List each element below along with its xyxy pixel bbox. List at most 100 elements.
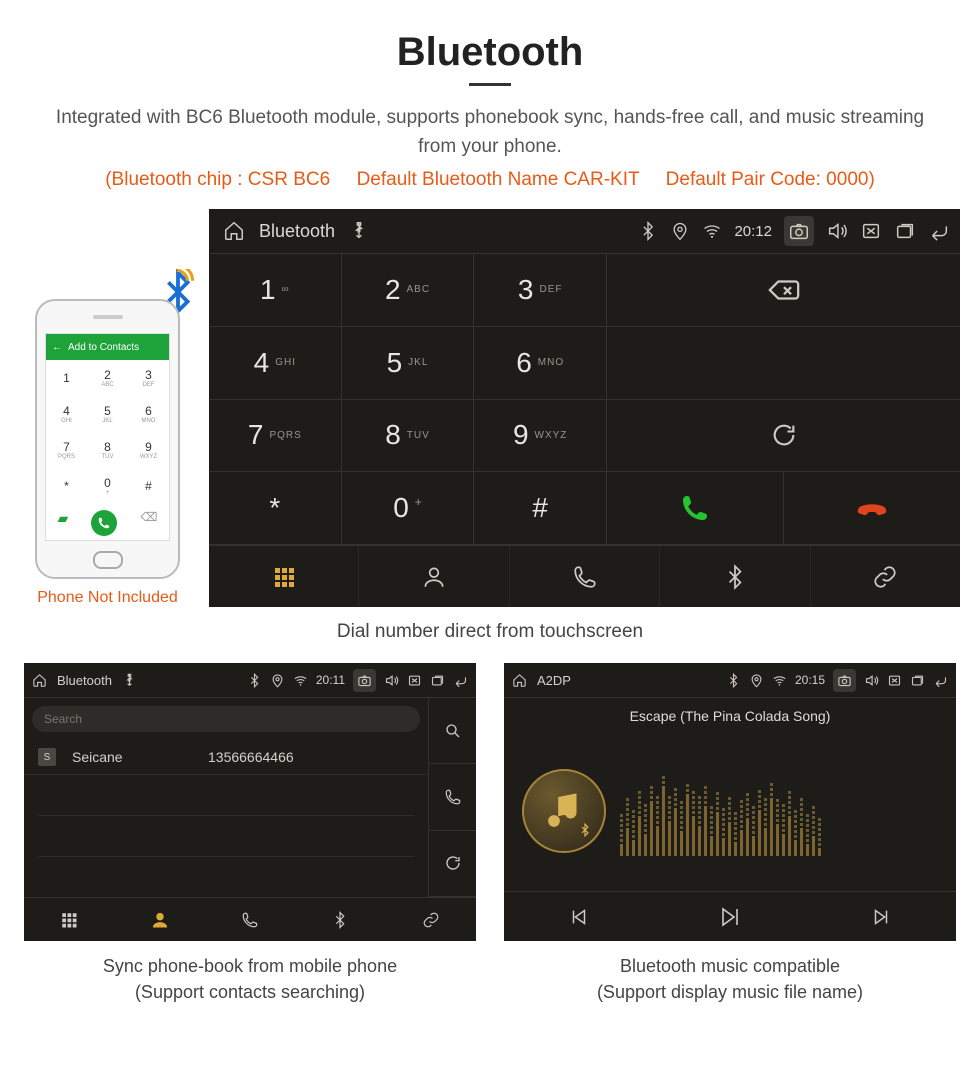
bottom-nav <box>209 545 960 607</box>
empty-row <box>607 327 960 399</box>
volume-icon[interactable] <box>864 673 879 688</box>
close-app-icon[interactable] <box>860 220 882 242</box>
phonebook-caption2: (Support contacts searching) <box>24 979 476 1005</box>
key-2[interactable]: 2ABC <box>342 254 475 327</box>
usb-icon <box>122 673 137 688</box>
home-icon[interactable] <box>223 220 245 242</box>
nav-bluetooth[interactable] <box>660 546 810 607</box>
nav-contacts[interactable] <box>114 898 204 941</box>
side-call[interactable] <box>429 764 476 830</box>
key-1[interactable]: 1∞ <box>209 254 342 327</box>
call-end-button[interactable] <box>784 472 960 544</box>
nav-bluetooth[interactable] <box>295 898 385 941</box>
key-4[interactable]: 4GHI <box>209 327 342 400</box>
music-screen: A2DP 20:15 Escape (The <box>504 663 956 941</box>
nav-keypad[interactable] <box>209 546 359 607</box>
contact-row[interactable]: S Seicane 13566664466 <box>24 740 428 775</box>
nav-contacts[interactable] <box>359 546 509 607</box>
nav-keypad[interactable] <box>24 898 114 941</box>
side-search[interactable] <box>429 698 476 764</box>
camera-icon[interactable] <box>784 216 814 246</box>
close-app-icon[interactable] <box>887 673 902 688</box>
key-*[interactable]: * <box>209 472 342 545</box>
bluetooth-status-icon <box>247 673 262 688</box>
close-app-icon[interactable] <box>407 673 422 688</box>
prev-track-button[interactable] <box>504 892 655 941</box>
nav-call-log[interactable] <box>205 898 295 941</box>
bluetooth-status-icon <box>638 221 658 241</box>
side-refresh[interactable] <box>429 831 476 897</box>
recent-apps-icon[interactable] <box>430 673 445 688</box>
phone-video-icon: ▰ <box>58 510 69 536</box>
title-underline <box>469 83 511 86</box>
screen-title: Bluetooth <box>57 673 112 688</box>
music-caption1: Bluetooth music compatible <box>504 953 956 979</box>
phone-call-button <box>91 510 117 536</box>
wifi-icon <box>772 673 787 688</box>
smartphone-mockup: ← Add to Contacts 12ABC3DEF 4GHI5JKL6MNO… <box>35 299 180 579</box>
volume-icon[interactable] <box>384 673 399 688</box>
location-icon <box>270 673 285 688</box>
track-title: Escape (The Pina Colada Song) <box>504 698 956 730</box>
key-3[interactable]: 3DEF <box>474 254 607 327</box>
spec-name: Default Bluetooth Name CAR-KIT <box>357 169 640 190</box>
phone-caption: Phone Not Included <box>20 589 195 607</box>
phone-topbar-back-icon: ← <box>52 342 62 353</box>
search-placeholder: Search <box>44 712 82 726</box>
bluetooth-status-icon <box>726 673 741 688</box>
dial-caption: Dial number direct from touchscreen <box>20 621 960 643</box>
play-pause-button[interactable] <box>655 892 806 941</box>
camera-icon[interactable] <box>353 669 376 692</box>
phone-topbar-title: Add to Contacts <box>68 342 139 353</box>
location-icon <box>749 673 764 688</box>
phonebook-caption1: Sync phone-book from mobile phone <box>24 953 476 979</box>
key-6[interactable]: 6MNO <box>474 327 607 400</box>
key-7[interactable]: 7PQRS <box>209 400 342 473</box>
nav-pair[interactable] <box>811 546 960 607</box>
refresh-button[interactable] <box>607 400 960 472</box>
wifi-icon <box>702 221 722 241</box>
home-icon[interactable] <box>512 673 527 688</box>
phonebook-screen: Bluetooth 20:11 <box>24 663 476 941</box>
location-icon <box>670 221 690 241</box>
page-description: Integrated with BC6 Bluetooth module, su… <box>50 104 930 161</box>
camera-icon[interactable] <box>833 669 856 692</box>
screen-title: A2DP <box>537 673 571 688</box>
spec-code: Default Pair Code: 0000) <box>666 169 875 190</box>
nav-pair[interactable] <box>386 898 476 941</box>
next-track-button[interactable] <box>805 892 956 941</box>
clock: 20:15 <box>795 673 825 687</box>
key-0[interactable]: 0+ <box>342 472 475 545</box>
home-icon[interactable] <box>32 673 47 688</box>
key-5[interactable]: 5JKL <box>342 327 475 400</box>
equalizer <box>620 766 938 856</box>
contact-name: Seicane <box>72 749 192 765</box>
phone-backspace-icon: ⌫ <box>140 510 157 536</box>
page-title: Bluetooth <box>20 30 960 75</box>
dial-keypad: 1∞2ABC3DEF 4GHI5JKL6MNO 7PQRS8TUV9WXYZ *0+# <box>209 254 607 545</box>
status-bar: Bluetooth 20:12 <box>209 209 960 253</box>
nav-call-log[interactable] <box>510 546 660 607</box>
call-answer-button[interactable] <box>607 472 784 544</box>
key-#[interactable]: # <box>474 472 607 545</box>
contact-badge: S <box>38 748 56 766</box>
album-art <box>522 769 606 853</box>
usb-icon <box>349 221 369 241</box>
dial-screen: Bluetooth 20:12 1∞2ABC3DEF 4GHI5JKL6MNO 7P… <box>209 209 960 607</box>
wifi-icon <box>293 673 308 688</box>
backspace-button[interactable] <box>607 254 960 326</box>
back-icon[interactable] <box>933 673 948 688</box>
recent-apps-icon[interactable] <box>910 673 925 688</box>
search-input[interactable]: Search <box>32 706 420 732</box>
screen-title: Bluetooth <box>259 221 335 242</box>
key-8[interactable]: 8TUV <box>342 400 475 473</box>
spec-line: (Bluetooth chip : CSR BC6 Default Blueto… <box>20 169 960 191</box>
recent-apps-icon[interactable] <box>894 220 916 242</box>
back-icon[interactable] <box>453 673 468 688</box>
music-caption2: (Support display music file name) <box>504 979 956 1005</box>
clock: 20:12 <box>734 223 772 240</box>
contact-number: 13566664466 <box>208 749 294 765</box>
key-9[interactable]: 9WXYZ <box>474 400 607 473</box>
volume-icon[interactable] <box>826 220 848 242</box>
back-icon[interactable] <box>928 220 950 242</box>
